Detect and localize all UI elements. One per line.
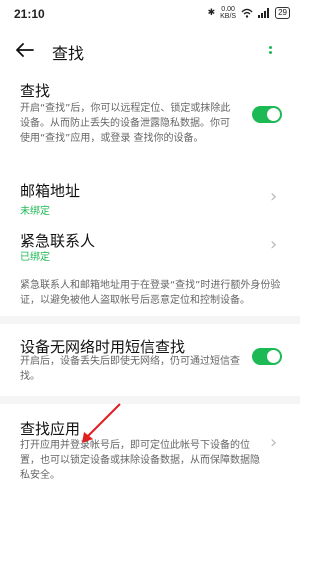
section-divider [0, 396, 300, 404]
toggle-knob [267, 108, 280, 121]
toggle-knob [267, 350, 280, 363]
emergency-contact-row[interactable]: 紧急联系人 已绑定 › [0, 230, 300, 274]
wifi-icon [241, 8, 253, 18]
chevron-right-icon: › [270, 234, 278, 255]
status-bar: 21:10 ✱ 0.00 KB/S 29 [0, 0, 300, 30]
find-app-title: 查找应用 [20, 420, 81, 438]
network-speed: 0.00 KB/S [220, 6, 236, 20]
more-dot-icon [268, 51, 272, 54]
emergency-note: 紧急联系人和邮箱地址用于在登录“查找”时进行额外身份验证，以避免被他人盗取帐号后… [20, 280, 281, 306]
back-button[interactable] [12, 38, 38, 62]
back-arrow-icon [16, 43, 34, 57]
chevron-right-icon: › [270, 432, 278, 453]
section-divider [0, 316, 300, 324]
emergency-status: 已绑定 [20, 252, 50, 263]
email-status: 未绑定 [20, 206, 50, 217]
battery-indicator: 29 [275, 7, 290, 19]
find-title: 查找 [20, 82, 51, 100]
signal-icon [258, 8, 270, 18]
network-speed-unit: KB/S [220, 13, 237, 20]
find-app-row[interactable]: 查找应用 打开应用并登录帐号后，即可定位此帐号下设备的位置，也可以锁定设备或抹除… [0, 418, 300, 488]
status-icons: ✱ 0.00 KB/S 29 [208, 6, 290, 20]
sms-find-description: 开启后，设备丢失后即使无网络，仍可通过短信查找。 [20, 356, 240, 382]
find-description: 开启“查找”后，你可以远程定位、锁定或抹除此设备。从而防止丢失的设备泄露隐私数据… [20, 103, 231, 144]
page-title: 查找 [52, 44, 85, 63]
sms-find-toggle[interactable] [252, 348, 282, 365]
email-address-row[interactable]: 邮箱地址 未绑定 › [0, 180, 300, 224]
network-speed-value: 0.00 [221, 6, 235, 13]
find-app-description: 打开应用并登录帐号后，即可定位此帐号下设备的位置，也可以锁定设备或抹除设备数据，… [20, 440, 260, 481]
email-title: 邮箱地址 [20, 182, 81, 200]
sms-find-setting-row[interactable]: 设备无网络时用短信查找 开启后，设备丢失后即使无网络，仍可通过短信查找。 [0, 336, 300, 386]
chevron-right-icon: › [270, 186, 278, 207]
status-time: 21:10 [14, 7, 45, 21]
more-options-button[interactable] [262, 38, 278, 62]
find-toggle[interactable] [252, 106, 282, 123]
app-header: 查找 [0, 30, 300, 70]
bluetooth-icon: ✱ [207, 8, 216, 18]
find-setting-row[interactable]: 查找 开启“查找”后，你可以远程定位、锁定或抹除此设备。从而防止丢失的设备泄露隐… [0, 76, 300, 144]
more-dot-icon [268, 46, 272, 49]
